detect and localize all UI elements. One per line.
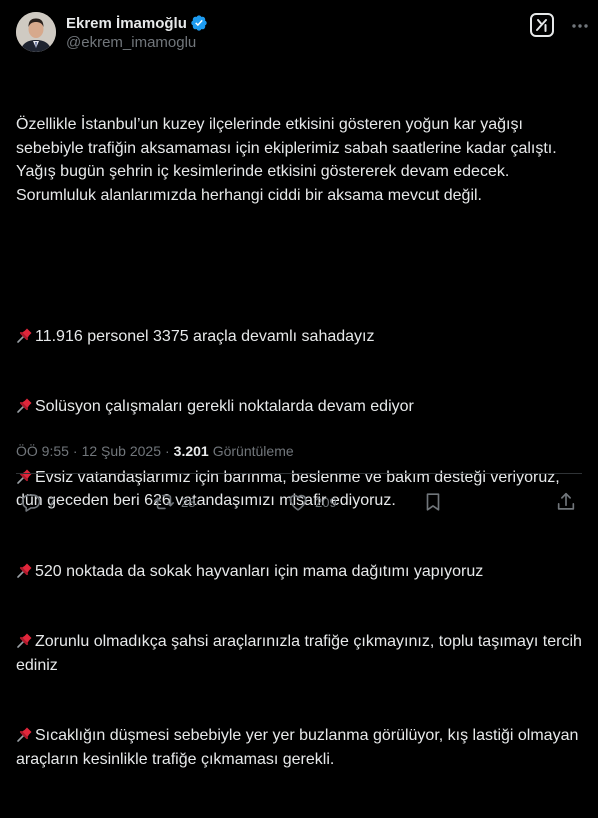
bookmark-icon	[422, 491, 444, 513]
meta-separator: ·	[72, 443, 78, 459]
action-bar: 7 28 209	[0, 487, 598, 517]
tweet-date[interactable]: 12 Şub 2025	[82, 443, 161, 459]
like-button[interactable]: 209	[287, 487, 337, 517]
more-horizontal-icon	[570, 16, 590, 41]
list-item-text: 11.916 personel 3375 araçla devamlı saha…	[35, 327, 375, 345]
verified-badge-icon	[190, 14, 208, 32]
list-item-text: Solüsyon çalışmaları gerekli noktalarda …	[35, 398, 414, 415]
like-count: 209	[315, 494, 337, 510]
reply-button[interactable]: 7	[20, 487, 55, 517]
pushpin-icon	[16, 561, 34, 579]
tweet-text: Özellikle İstanbul’un kuzey ilçelerinde …	[16, 66, 582, 818]
repost-icon	[153, 491, 175, 513]
list-item: Solüsyon çalışmaları gerekli noktalarda …	[16, 395, 582, 419]
avatar[interactable]	[16, 12, 56, 52]
pushpin-icon	[16, 631, 34, 649]
list-item: Zorunlu olmadıkça şahsi araçlarınızla tr…	[16, 630, 582, 677]
share-button[interactable]	[555, 487, 577, 517]
share-icon	[555, 491, 577, 513]
views-count[interactable]: 3.201	[174, 443, 209, 459]
author-handle[interactable]: @ekrem_imamoglu	[66, 34, 208, 51]
grok-button[interactable]	[527, 12, 557, 42]
reply-count: 7	[48, 494, 56, 510]
bookmark-button[interactable]	[422, 487, 444, 517]
pushpin-icon	[16, 467, 34, 485]
views-label[interactable]: Görüntüleme	[213, 443, 294, 459]
tweet-header: Ekrem İmamoğlu @ekrem_imamoglu	[16, 12, 588, 56]
repost-count: 28	[181, 494, 196, 510]
tweet-paragraph: Özellikle İstanbul’un kuzey ilçelerinde …	[16, 116, 561, 204]
divider	[16, 473, 582, 474]
list-item: Sıcaklığın düşmesi sebebiyle yer yer buz…	[16, 724, 582, 771]
more-options-button[interactable]	[568, 16, 592, 40]
tweet-time[interactable]: ÖÖ 9:55	[16, 443, 69, 459]
repost-button[interactable]: 28	[153, 487, 195, 517]
reply-icon	[20, 491, 42, 513]
grok-icon	[529, 12, 555, 43]
author-names: Ekrem İmamoğlu @ekrem_imamoglu	[66, 13, 208, 51]
heart-icon	[287, 491, 309, 513]
pushpin-icon	[16, 326, 34, 344]
list-item-text: Zorunlu olmadıkça şahsi araçlarınızla tr…	[16, 633, 587, 674]
list-item: 11.916 personel 3375 araçla devamlı saha…	[16, 325, 582, 349]
list-item-text: 520 noktada da sokak hayvanları için mam…	[35, 562, 484, 580]
author-display-name[interactable]: Ekrem İmamoğlu	[66, 15, 187, 32]
list-item-text: Sıcaklığın düşmesi sebebiyle yer yer buz…	[16, 727, 583, 768]
pushpin-icon	[16, 396, 34, 414]
tweet-card: Ekrem İmamoğlu @ekrem_imamoglu Özellikle…	[0, 0, 598, 768]
tweet-meta: ÖÖ 9:55 · 12 Şub 2025 · 3.201 Görüntülem…	[16, 443, 294, 459]
meta-separator: ·	[165, 443, 170, 459]
pushpin-icon	[16, 725, 34, 743]
list-item: 520 noktada da sokak hayvanları için mam…	[16, 560, 582, 584]
